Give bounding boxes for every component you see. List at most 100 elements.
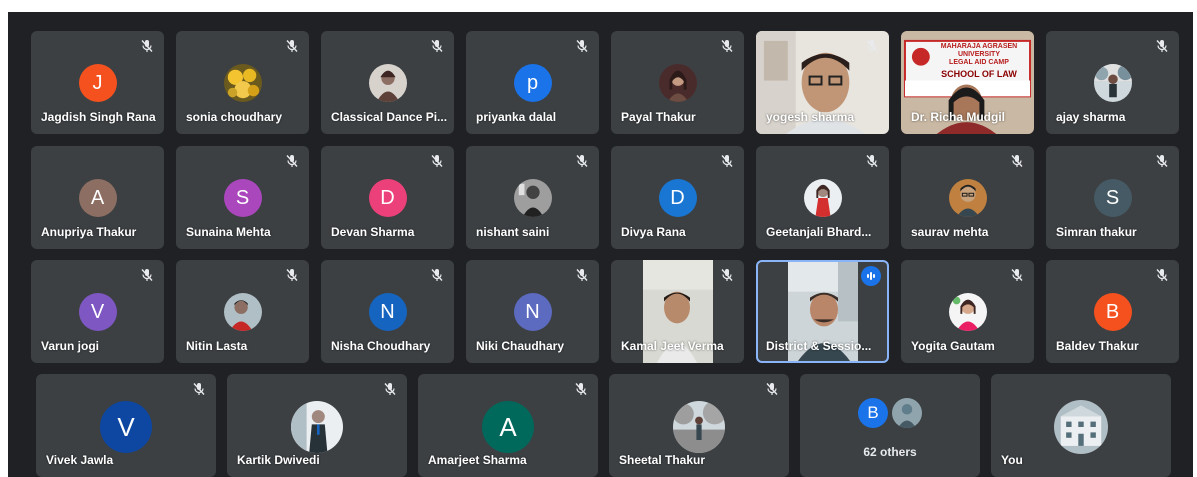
- mic-off-icon: [575, 268, 589, 282]
- participant-tile[interactable]: B Baldev Thakur: [1046, 260, 1179, 363]
- mic-off-icon: [285, 268, 299, 282]
- mic-off-icon: [1155, 39, 1169, 53]
- mic-off-icon: [575, 39, 589, 53]
- participant-tile[interactable]: D Devan Sharma: [321, 146, 454, 249]
- others-tile[interactable]: B 62 others: [800, 374, 980, 477]
- participant-tile[interactable]: yogesh sharma: [756, 31, 889, 134]
- participant-name: Geetanjali Bhard...: [766, 225, 872, 239]
- mic-off-icon: [140, 268, 154, 282]
- participant-name: Dr. Richa Mudgil: [911, 110, 1006, 124]
- self-avatar: [1054, 400, 1108, 454]
- avatar-letter: B: [1105, 300, 1120, 323]
- self-name: You: [1001, 453, 1023, 467]
- participant-name: District & Sessio...: [766, 339, 872, 353]
- mic-off-icon: [720, 154, 734, 168]
- participant-tile[interactable]: S Sunaina Mehta: [176, 146, 309, 249]
- participant-avatar: [658, 64, 697, 102]
- participant-tile[interactable]: ajay sharma: [1046, 31, 1179, 134]
- mic-off-icon: [1155, 268, 1169, 282]
- participant-tile[interactable]: A Amarjeet Sharma: [418, 374, 598, 477]
- participant-tile[interactable]: V Varun jogi: [31, 260, 164, 363]
- others-count-label: 62 others: [863, 445, 917, 459]
- participant-name: Yogita Gautam: [911, 339, 995, 353]
- participant-tile[interactable]: S Simran thakur: [1046, 146, 1179, 249]
- participant-avatar: [1093, 64, 1132, 102]
- participant-tile[interactable]: Payal Thakur: [611, 31, 744, 134]
- participant-name: Kamal Jeet Verma: [621, 339, 724, 353]
- banner-line: MAHARAJA AGRASEN: [940, 43, 1018, 50]
- participant-name: ajay sharma: [1056, 110, 1126, 124]
- banner-line: UNIVERSITY: [957, 51, 1000, 58]
- participant-name: nishant saini: [476, 225, 550, 239]
- participant-name: Divya Rana: [621, 225, 686, 239]
- others-avatar-letter: B: [867, 403, 879, 422]
- participant-name: Devan Sharma: [331, 225, 415, 239]
- participant-tile[interactable]: Kamal Jeet Verma: [611, 260, 744, 363]
- participant-name: Vivek Jawla: [46, 453, 114, 467]
- participant-tile[interactable]: sonia choudhary: [176, 31, 309, 134]
- participant-avatar: S: [1093, 179, 1132, 217]
- avatar-letter: D: [380, 186, 395, 209]
- mic-off-icon: [1010, 154, 1024, 168]
- participant-tile[interactable]: Sheetal Thakur: [609, 374, 789, 477]
- participant-name: Sheetal Thakur: [619, 453, 706, 467]
- participant-tile[interactable]: N Nisha Choudhary: [321, 260, 454, 363]
- participant-tile[interactable]: Nitin Lasta: [176, 260, 309, 363]
- avatar-letter: J: [92, 71, 103, 94]
- participant-tile[interactable]: saurav mehta: [901, 146, 1034, 249]
- participant-tile[interactable]: Kartik Dwivedi: [227, 374, 407, 477]
- participant-avatar: [948, 179, 987, 217]
- participant-avatar: [948, 293, 987, 331]
- avatar-letter: p: [526, 71, 539, 94]
- participant-avatar: N: [513, 293, 552, 331]
- mic-off-icon: [720, 268, 734, 282]
- participant-tile[interactable]: Yogita Gautam: [901, 260, 1034, 363]
- participant-avatar: N: [368, 293, 407, 331]
- participant-avatar: D: [368, 179, 407, 217]
- participant-tile[interactable]: V Vivek Jawla: [36, 374, 216, 477]
- mic-off-icon: [430, 39, 444, 53]
- mic-off-icon: [285, 39, 299, 53]
- others-avatar: B: [858, 398, 888, 428]
- participant-tile[interactable]: D Divya Rana: [611, 146, 744, 249]
- participant-name: Nitin Lasta: [186, 339, 248, 353]
- avatar-letter: A: [499, 411, 517, 442]
- mic-off-icon: [765, 382, 779, 396]
- mic-off-icon: [574, 382, 588, 396]
- mic-off-icon: [865, 154, 879, 168]
- participant-tile[interactable]: J Jagdish Singh Rana: [31, 31, 164, 134]
- participant-avatar: [513, 179, 552, 217]
- avatar-letter: S: [235, 186, 250, 209]
- participant-tile[interactable]: Geetanjali Bhard...: [756, 146, 889, 249]
- participant-name: priyanka dalal: [476, 110, 557, 124]
- participant-avatar: D: [658, 179, 697, 217]
- mic-off-icon: [1010, 268, 1024, 282]
- avatar-letter: D: [670, 186, 685, 209]
- avatar-letter: V: [117, 411, 135, 442]
- participant-avatar: [803, 179, 842, 217]
- participant-name: Nisha Choudhary: [331, 339, 431, 353]
- participant-avatar: [673, 401, 725, 453]
- participant-name: Classical Dance Pi...: [331, 110, 448, 124]
- participant-tile[interactable]: p priyanka dalal: [466, 31, 599, 134]
- participant-name: Baldev Thakur: [1056, 339, 1139, 353]
- banner-line: LEGAL AID CAMP: [949, 59, 1009, 66]
- participant-name: yogesh sharma: [766, 110, 855, 124]
- mic-off-icon: [430, 268, 444, 282]
- participant-tile[interactable]: nishant saini: [466, 146, 599, 249]
- participant-name: Niki Chaudhary: [476, 339, 565, 353]
- participant-avatar: V: [78, 293, 117, 331]
- participant-avatar: [223, 293, 262, 331]
- participant-tile[interactable]: N Niki Chaudhary: [466, 260, 599, 363]
- participant-avatar: [368, 64, 407, 102]
- participant-name: Anupriya Thakur: [41, 225, 137, 239]
- participant-tile[interactable]: Classical Dance Pi...: [321, 31, 454, 134]
- participant-avatar: A: [78, 179, 117, 217]
- participant-tile[interactable]: MAHARAJA AGRASEN UNIVERSITY LEGAL AID CAMP…: [901, 31, 1034, 134]
- avatar-letter: N: [525, 300, 540, 323]
- mic-off-icon: [285, 154, 299, 168]
- participant-tile[interactable]: A Anupriya Thakur: [31, 146, 164, 249]
- participant-avatar: J: [78, 64, 117, 102]
- self-tile[interactable]: You: [991, 374, 1171, 477]
- participant-tile[interactable]: District & Sessio...: [756, 260, 889, 363]
